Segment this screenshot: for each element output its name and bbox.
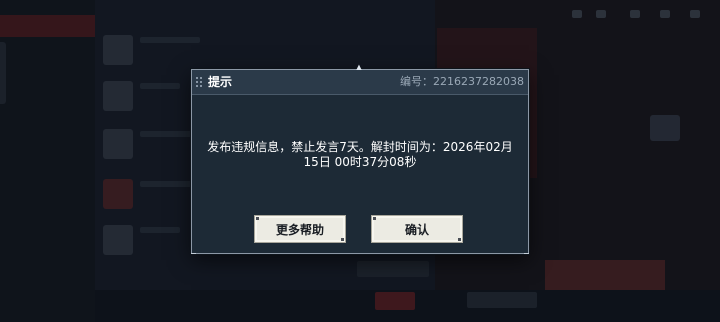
corner-accent: [373, 217, 376, 220]
ticket-id: 编号：2216237282038: [400, 75, 524, 88]
more-help-button[interactable]: 更多帮助: [254, 215, 346, 243]
corner-mark: [524, 253, 529, 254]
confirm-button[interactable]: 确认: [371, 215, 463, 243]
dialog-title: 提示: [208, 75, 233, 89]
message-line: 15日 00时37分08秒: [303, 155, 417, 169]
corner-mark: [191, 253, 196, 254]
confirm-label: 确认: [404, 222, 429, 237]
dialog-message: 发布违规信息，禁止发言7天。解封时间为：2026年02月 15日 00时37分0…: [202, 140, 518, 170]
more-help-label: 更多帮助: [275, 222, 324, 237]
message-line: 发布违规信息，禁止发言7天。解封时间为：2026年02月: [207, 140, 513, 154]
corner-accent: [458, 238, 461, 241]
drag-grip-icon[interactable]: [196, 77, 202, 87]
corner-accent: [256, 217, 259, 220]
screen: ▲ 提示 编号：2216237282038 发布违规信息，禁止发言7天。解封时间…: [0, 0, 720, 322]
corner-accent: [341, 238, 344, 241]
dialog-header: 提示 编号：2216237282038: [192, 70, 528, 95]
notice-dialog: ▲ 提示 编号：2216237282038 发布违规信息，禁止发言7天。解封时间…: [191, 64, 529, 254]
